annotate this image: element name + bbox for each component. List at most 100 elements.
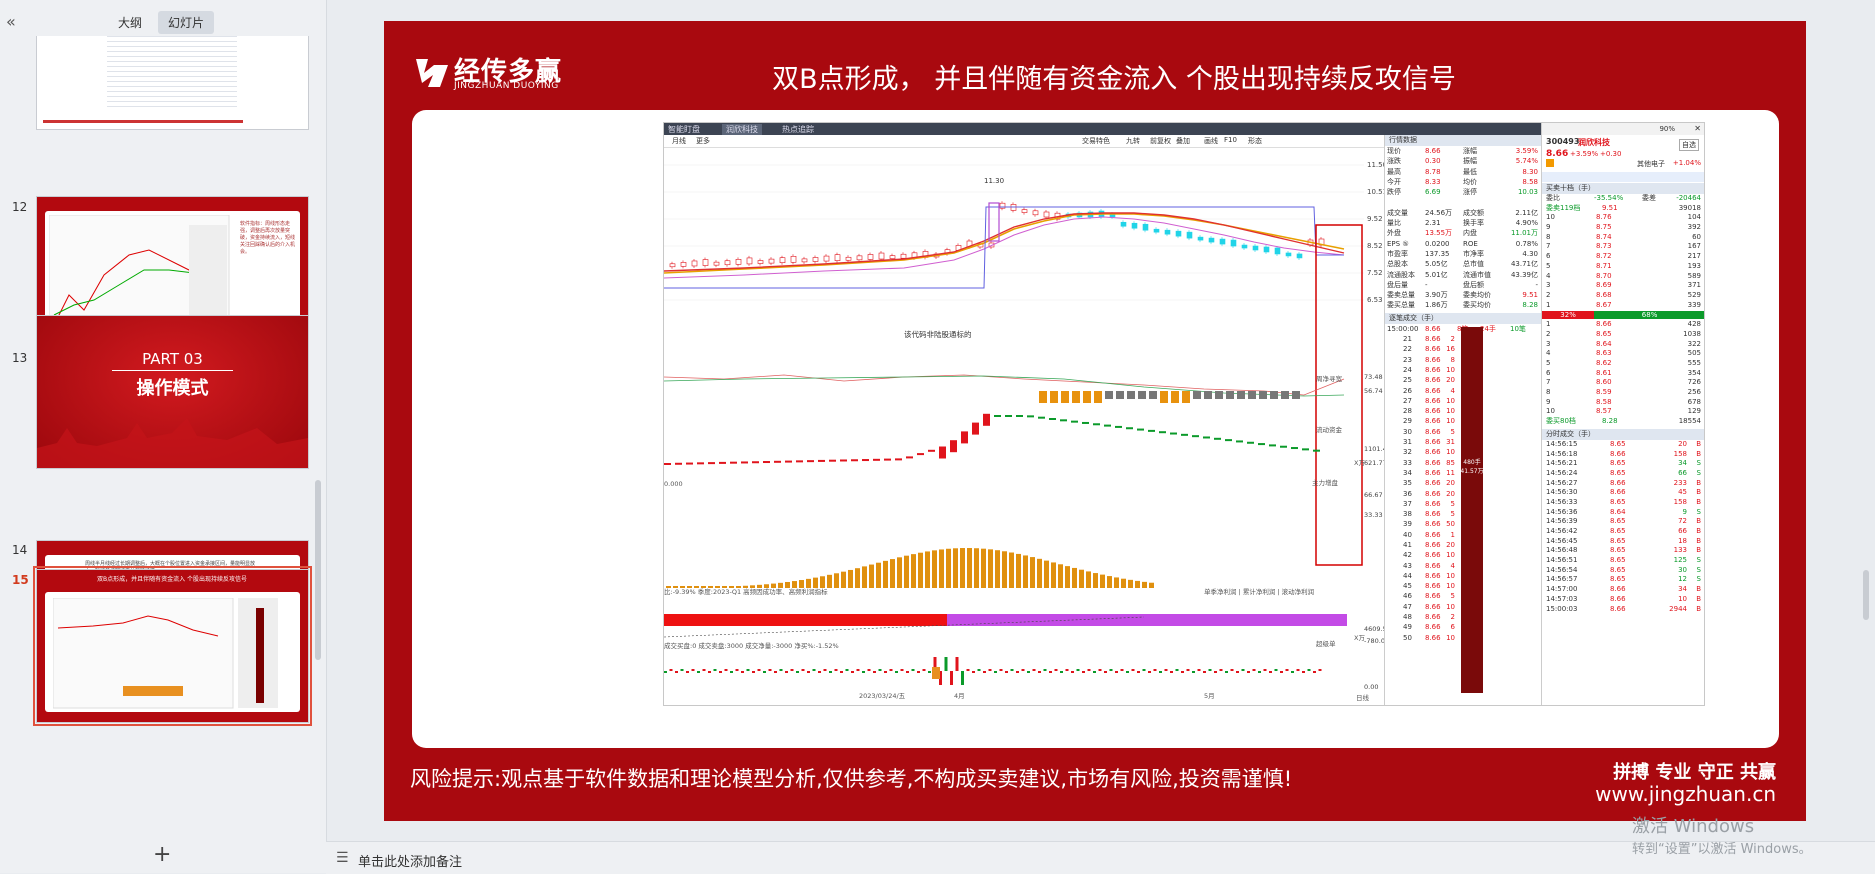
trade-price: 8.66 [1425, 633, 1441, 642]
flow-bar [1259, 391, 1267, 399]
level-index: 1 [1546, 320, 1551, 329]
quote-label: EPS ⑤ [1387, 239, 1409, 248]
toolbar-item[interactable]: F10 [1224, 136, 1237, 144]
add-watchlist-button[interactable]: 自选 [1679, 139, 1699, 151]
level-volume: 555 [1687, 359, 1701, 367]
tick-row: 14:56:39 8.65 72 B [1542, 517, 1704, 527]
quote-value: 5.05亿 [1425, 260, 1448, 269]
plus-icon[interactable]: + [153, 842, 171, 867]
volume-mini-bar [1203, 671, 1206, 673]
tick-row: 15:00:03 8.66 2944 B [1542, 604, 1704, 615]
panel-label: 流动资金 [1316, 425, 1343, 434]
panel-scrollbar[interactable] [315, 480, 321, 660]
stock-change-pct: +3.59% [1570, 150, 1599, 158]
tab-outline[interactable]: 大纲 [108, 11, 152, 34]
volume-mini-bar [1302, 671, 1305, 673]
trade-index: 28 [1403, 407, 1412, 416]
flow-dash [1280, 445, 1287, 448]
level-index: 9 [1546, 397, 1551, 406]
month-label: 4月 [954, 692, 965, 700]
histogram-bar [1100, 574, 1105, 588]
candle [1164, 229, 1171, 235]
level-index: 9 [1546, 223, 1551, 232]
right-axis-label: 66.67 [1364, 491, 1383, 499]
toolbar-item[interactable]: 形态 [1248, 136, 1262, 146]
slide-thumbnail[interactable]: PART 03 操作模式 [36, 315, 309, 469]
tab-slides[interactable]: 幻灯片 [158, 11, 215, 34]
flow-dash [730, 461, 737, 464]
function-icons[interactable] [1542, 172, 1704, 182]
app-tab-active[interactable]: 润欣科技 [722, 124, 762, 135]
level-index: 8 [1546, 388, 1551, 397]
trade-count: 4 [1450, 386, 1455, 395]
flow-bar [1138, 391, 1146, 399]
app-tab[interactable]: 热点追踪 [782, 124, 814, 135]
toolbar-item[interactable]: 画线 [1204, 136, 1218, 146]
slide-thumbnail[interactable] [36, 36, 309, 130]
trade-price: 8.66 [1425, 510, 1441, 519]
trade-price: 8.66 [1425, 602, 1441, 611]
quote-row: 跌停 6.69 涨停 10.03 [1385, 187, 1542, 197]
toolbar-item[interactable]: 交易特色 [1082, 136, 1110, 146]
slide-canvas: 经传多赢 JINGZHUAN DUOYING 双B点形成， 并且伴随有资金流入 … [384, 21, 1806, 821]
main-scrollbar[interactable] [1863, 570, 1869, 620]
histogram-bar [1009, 552, 1014, 588]
histogram-bar [1037, 558, 1042, 588]
volume-mini-bar [1208, 669, 1212, 671]
flow-bar [1215, 391, 1223, 399]
tick-time: 14:56:18 [1546, 449, 1578, 458]
level-index: 7 [1546, 378, 1551, 387]
panel-label: 超级单 [1316, 639, 1336, 648]
webi-row: 委比 -35.54% 委差 -20464 [1542, 194, 1704, 204]
volume-mini-bar [1170, 671, 1173, 673]
toolbar-item[interactable]: 前复权 [1150, 136, 1171, 146]
quote-label: 市净率 [1463, 249, 1484, 258]
slide-thumbnail-current[interactable]: 双B点形成，并且伴随有资金流入 个股出现持续反攻信号 [33, 566, 312, 726]
period-label: 日线 [1356, 693, 1370, 702]
trade-price: 8.66 [1425, 386, 1441, 395]
right-axis-label: 1101.44 [1364, 445, 1384, 453]
logo-mark-icon [416, 59, 448, 87]
flow-dash [807, 460, 814, 463]
toolbar-item[interactable]: 更多 [696, 136, 710, 146]
tick-row: 14:56:36 8.64 9 S [1542, 508, 1704, 518]
month-label: 5月 [1204, 692, 1215, 700]
quote-row: 成交量 24.56万 成交额 2.11亿 [1385, 208, 1542, 218]
volume-mini-bar [1148, 671, 1151, 673]
trade-count: 10 [1446, 571, 1455, 580]
flow-bar [1204, 391, 1212, 399]
ratio-buy: 68% [1594, 311, 1704, 320]
quote-label: 委买总量 [1387, 301, 1415, 310]
close-icon[interactable]: ✕ [1694, 124, 1701, 133]
trade-price: 8.66 [1425, 540, 1441, 549]
tick-time: 14:56:33 [1546, 497, 1578, 506]
trade-price: 8.66 [1425, 345, 1441, 354]
quote-row: 涨跌 0.30 振幅 5.74% [1385, 156, 1542, 166]
tick-row: 14:57:00 8.66 34 B [1542, 585, 1704, 595]
app-tab[interactable]: 智能盯盘 [668, 124, 700, 135]
volume-mini-bar [1241, 669, 1245, 671]
quote-value: 2.31 [1425, 219, 1441, 228]
volume-mini-bar [1153, 669, 1157, 671]
level-price: 8.65 [1596, 329, 1612, 338]
volume-mini-bar [950, 671, 953, 685]
toolbar-item[interactable]: 月线 [672, 136, 686, 146]
tick-time: 15:00:03 [1546, 604, 1578, 613]
histogram-bar [904, 555, 909, 588]
histogram-bar [1142, 581, 1147, 588]
flow-dash [851, 459, 858, 462]
tick-volume: 34 [1678, 459, 1687, 468]
collapse-panel-icon[interactable]: « [6, 12, 16, 31]
histogram-bar [806, 578, 811, 588]
toolbar-item[interactable]: 九转 [1126, 136, 1140, 146]
flow-dash [752, 461, 759, 464]
candle [691, 260, 698, 267]
volume-mini-bar [1032, 669, 1036, 671]
toolbar-item[interactable]: 叠加 [1176, 136, 1190, 146]
histogram-bar [1016, 553, 1021, 588]
trade-count: 6 [1450, 623, 1455, 632]
tick-volume: 233 [1673, 478, 1687, 487]
notes-placeholder[interactable]: 单击此处添加备注 [358, 851, 462, 870]
quote-row [1385, 197, 1542, 207]
right-axis-label: 0.00 [1364, 683, 1378, 691]
